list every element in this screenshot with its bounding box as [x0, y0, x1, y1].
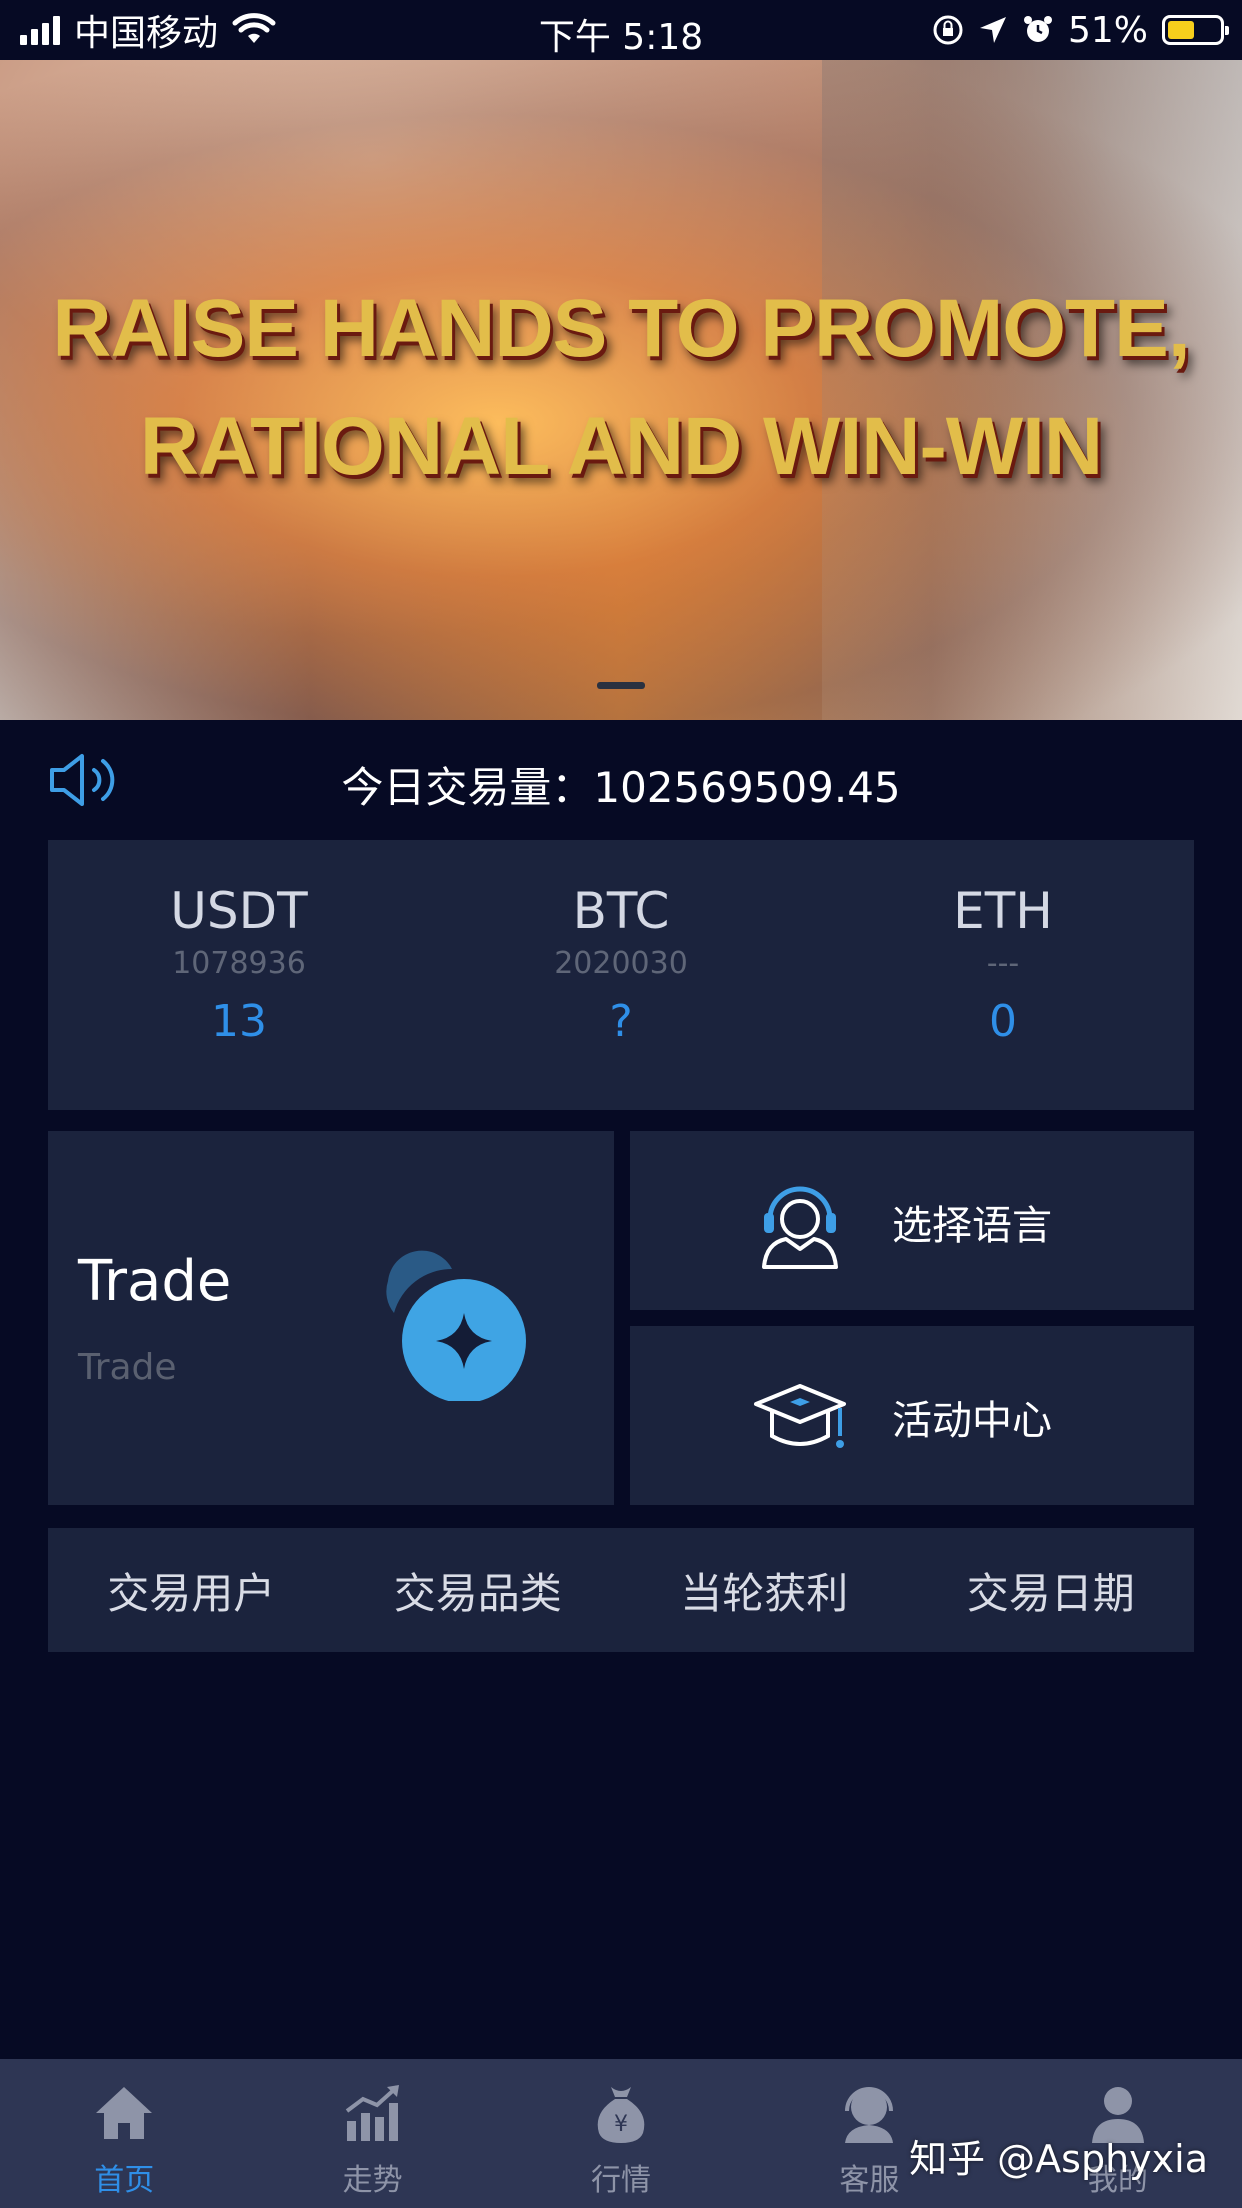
- coin-name: BTC: [572, 882, 670, 940]
- status-bar: 中国移动 下午 5:18 51%: [0, 0, 1242, 60]
- activity-center-label: 活动中心: [892, 1398, 1052, 1444]
- battery-percent: 51%: [1067, 9, 1148, 51]
- trade-table-header: 交易用户 交易品类 当轮获利 交易日期: [48, 1528, 1194, 1652]
- customer-service-icon: [845, 2087, 894, 2143]
- coin-summary-panel: USDT 1078936 13 BTC 2020030 ? ETH --- 0: [48, 840, 1194, 1110]
- coin-value: 13: [211, 996, 267, 1047]
- tab-market[interactable]: ¥ 行情: [497, 2059, 745, 2208]
- coin-usdt[interactable]: USDT 1078936 13: [48, 840, 430, 1110]
- coin-subvalue: ---: [986, 946, 1020, 981]
- column-header: 交易用户: [107, 1568, 276, 1618]
- trend-chart-icon: [345, 2085, 399, 2141]
- activity-center-button[interactable]: 活动中心: [630, 1326, 1194, 1505]
- carrier-label: 中国移动: [74, 13, 219, 54]
- column-header: 交易日期: [966, 1568, 1135, 1618]
- tab-home[interactable]: 首页: [0, 2059, 248, 2208]
- tab-label: 行情: [591, 2163, 652, 2198]
- trade-star-icon: [386, 1250, 526, 1401]
- money-bag-icon: ¥: [597, 2087, 645, 2143]
- headset-user-icon: [762, 1186, 838, 1269]
- coin-name: ETH: [953, 882, 1053, 940]
- trade-title: Trade: [78, 1249, 232, 1314]
- column-header: 交易品类: [393, 1568, 562, 1618]
- coin-value: 0: [989, 996, 1017, 1047]
- announcement-bar: 今日交易量：102569509.45: [0, 740, 1242, 820]
- trade-subtitle: Trade: [78, 1347, 177, 1388]
- wifi-icon: [232, 13, 276, 43]
- battery-icon: [1162, 15, 1229, 45]
- graduation-cap-icon: [754, 1384, 846, 1448]
- daily-volume: 今日交易量：102569509.45: [341, 763, 901, 812]
- signal-icon: [20, 15, 60, 45]
- coin-subvalue: 1078936: [172, 946, 306, 981]
- alarm-icon: [1023, 16, 1052, 42]
- orientation-lock-icon: [933, 15, 963, 45]
- column-header: 当轮获利: [680, 1568, 849, 1618]
- watermark-text: 知乎 @Asphyxia: [909, 2137, 1208, 2181]
- tab-label: 首页: [94, 2163, 155, 2198]
- tab-label: 走势: [342, 2163, 403, 2198]
- select-language-button[interactable]: 选择语言: [630, 1131, 1194, 1310]
- coin-btc[interactable]: BTC 2020030 ?: [430, 840, 812, 1110]
- banner-headline: RAISE HANDS TO PROMOTE, RATIONAL AND WIN…: [52, 283, 1190, 492]
- coin-eth[interactable]: ETH --- 0: [812, 840, 1194, 1110]
- promo-banner[interactable]: RAISE HANDS TO PROMOTE, RATIONAL AND WIN…: [0, 60, 1242, 720]
- coin-value: ?: [609, 996, 633, 1047]
- trade-card[interactable]: Trade Trade: [48, 1131, 614, 1505]
- coin-subvalue: 2020030: [554, 946, 688, 981]
- tab-trend[interactable]: 走势: [248, 2059, 496, 2208]
- select-language-label: 选择语言: [892, 1203, 1052, 1249]
- svg-text:¥: ¥: [614, 2112, 628, 2137]
- carousel-indicator[interactable]: [597, 682, 645, 689]
- coin-name: USDT: [170, 882, 308, 940]
- home-icon: [96, 2087, 153, 2139]
- location-icon: [979, 17, 1006, 43]
